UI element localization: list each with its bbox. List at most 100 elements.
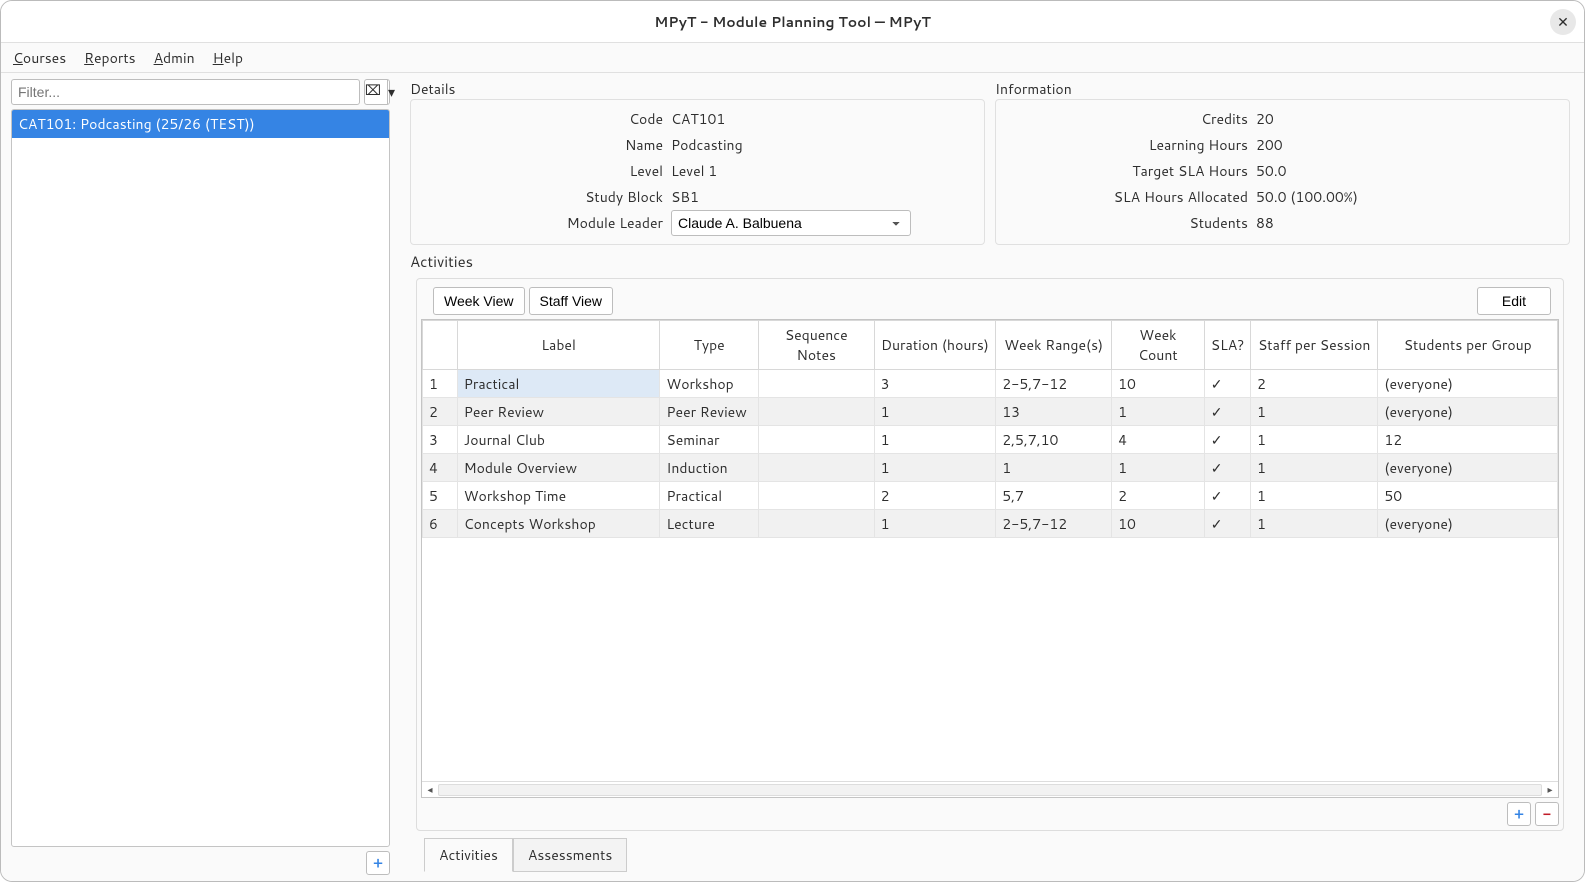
cell-n[interactable]: 6 [423, 510, 458, 538]
menu-admin[interactable]: Admin [154, 48, 195, 68]
close-button[interactable]: ✕ [1550, 9, 1576, 35]
week-view-button[interactable]: Week View [433, 287, 525, 315]
cell-spg[interactable]: 50 [1378, 482, 1558, 510]
cell-n[interactable]: 3 [423, 426, 458, 454]
tab-activities[interactable]: Activities [424, 838, 513, 872]
cell-spg[interactable]: 12 [1378, 426, 1558, 454]
cell-wc[interactable]: 10 [1112, 370, 1205, 398]
col-type[interactable]: Type [660, 321, 758, 370]
cell-spg[interactable]: (everyone) [1378, 370, 1558, 398]
scroll-right-icon[interactable]: ▸ [1542, 783, 1558, 797]
cell-wr[interactable]: 2-5,7-12 [996, 510, 1112, 538]
cell-dur[interactable]: 1 [874, 426, 996, 454]
cell-sla[interactable]: ✓ [1204, 370, 1250, 398]
cell-wr[interactable]: 5,7 [996, 482, 1112, 510]
module-leader-select[interactable]: Claude A. Balbuena [671, 210, 911, 236]
scroll-track[interactable] [438, 784, 1542, 796]
cell-sla[interactable]: ✓ [1204, 454, 1250, 482]
table-row[interactable]: 3Journal ClubSeminar12,5,7,104✓112 [423, 426, 1558, 454]
col-num[interactable] [423, 321, 458, 370]
table-row[interactable]: 6Concepts WorkshopLecture12-5,7-1210✓1(e… [423, 510, 1558, 538]
filter-input[interactable] [11, 79, 360, 105]
cell-type[interactable]: Lecture [660, 510, 758, 538]
cell-staff[interactable]: 1 [1251, 454, 1378, 482]
cell-wr[interactable]: 2-5,7-12 [996, 370, 1112, 398]
cell-type[interactable]: Workshop [660, 370, 758, 398]
cell-dur[interactable]: 1 [874, 454, 996, 482]
cell-seq[interactable] [758, 370, 874, 398]
staff-view-button[interactable]: Staff View [529, 287, 614, 315]
cell-dur[interactable]: 1 [874, 398, 996, 426]
cell-staff[interactable]: 1 [1251, 510, 1378, 538]
cell-staff[interactable]: 1 [1251, 482, 1378, 510]
tab-assessments[interactable]: Assessments [513, 838, 627, 872]
col-label[interactable]: Label [457, 321, 660, 370]
table-row[interactable]: 2Peer ReviewPeer Review1131✓1(everyone) [423, 398, 1558, 426]
filter-options-button[interactable]: ⌧ ▾ [364, 79, 390, 105]
cell-seq[interactable] [758, 482, 874, 510]
cell-staff[interactable]: 1 [1251, 398, 1378, 426]
cell-sla[interactable]: ✓ [1204, 426, 1250, 454]
col-wr[interactable]: Week Range(s) [996, 321, 1112, 370]
cell-wr[interactable]: 2,5,7,10 [996, 426, 1112, 454]
cell-dur[interactable]: 1 [874, 510, 996, 538]
table-row[interactable]: 4Module OverviewInduction111✓1(everyone) [423, 454, 1558, 482]
table-row[interactable]: 5Workshop TimePractical25,72✓150 [423, 482, 1558, 510]
cell-n[interactable]: 2 [423, 398, 458, 426]
cell-spg[interactable]: (everyone) [1378, 398, 1558, 426]
menu-reports[interactable]: Reports [84, 48, 135, 68]
cell-dur[interactable]: 3 [874, 370, 996, 398]
course-item[interactable]: CAT101: Podcasting (25/26 (TEST)) [12, 110, 389, 138]
chevron-down-icon[interactable]: ▾ [387, 80, 395, 104]
cell-label[interactable]: Workshop Time [457, 482, 660, 510]
cell-type[interactable]: Seminar [660, 426, 758, 454]
cell-seq[interactable] [758, 398, 874, 426]
cell-type[interactable]: Practical [660, 482, 758, 510]
cell-spg[interactable]: (everyone) [1378, 510, 1558, 538]
add-course-button[interactable]: + [366, 851, 390, 875]
cell-sla[interactable]: ✓ [1204, 510, 1250, 538]
cell-dur[interactable]: 2 [874, 482, 996, 510]
cell-staff[interactable]: 2 [1251, 370, 1378, 398]
scroll-left-icon[interactable]: ◂ [422, 783, 438, 797]
col-dur[interactable]: Duration (hours) [874, 321, 996, 370]
cell-seq[interactable] [758, 454, 874, 482]
cell-label[interactable]: Peer Review [457, 398, 660, 426]
cell-wc[interactable]: 1 [1112, 398, 1205, 426]
col-sla[interactable]: SLA? [1204, 321, 1250, 370]
cell-wc[interactable]: 10 [1112, 510, 1205, 538]
activities-table[interactable]: Label Type Sequence Notes Duration (hour… [421, 319, 1559, 798]
cell-wc[interactable]: 2 [1112, 482, 1205, 510]
remove-activity-button[interactable]: − [1535, 802, 1559, 826]
cell-wc[interactable]: 1 [1112, 454, 1205, 482]
cell-label[interactable]: Module Overview [457, 454, 660, 482]
table-header-row[interactable]: Label Type Sequence Notes Duration (hour… [423, 321, 1558, 370]
col-spg[interactable]: Students per Group [1378, 321, 1558, 370]
cell-type[interactable]: Induction [660, 454, 758, 482]
cell-wr[interactable]: 1 [996, 454, 1112, 482]
cell-staff[interactable]: 1 [1251, 426, 1378, 454]
cell-label[interactable]: Practical [457, 370, 660, 398]
add-activity-button[interactable]: + [1507, 802, 1531, 826]
cell-type[interactable]: Peer Review [660, 398, 758, 426]
menu-courses[interactable]: Courses [13, 48, 66, 68]
cell-n[interactable]: 1 [423, 370, 458, 398]
cell-sla[interactable]: ✓ [1204, 398, 1250, 426]
col-staff[interactable]: Staff per Session [1251, 321, 1378, 370]
cell-spg[interactable]: (everyone) [1378, 454, 1558, 482]
cell-wr[interactable]: 13 [996, 398, 1112, 426]
menu-help[interactable]: Help [213, 48, 243, 68]
cell-wc[interactable]: 4 [1112, 426, 1205, 454]
cell-label[interactable]: Concepts Workshop [457, 510, 660, 538]
col-seq[interactable]: Sequence Notes [758, 321, 874, 370]
table-row[interactable]: 1PracticalWorkshop 32-5,7-1210✓2(everyone… [423, 370, 1558, 398]
cell-seq[interactable] [758, 426, 874, 454]
cell-sla[interactable]: ✓ [1204, 482, 1250, 510]
course-list[interactable]: CAT101: Podcasting (25/26 (TEST)) [11, 109, 390, 847]
cell-n[interactable]: 4 [423, 454, 458, 482]
col-wc[interactable]: Week Count [1112, 321, 1205, 370]
cell-seq[interactable] [758, 510, 874, 538]
edit-button[interactable]: Edit [1477, 287, 1551, 315]
horizontal-scrollbar[interactable]: ◂ ▸ [422, 781, 1558, 797]
cell-n[interactable]: 5 [423, 482, 458, 510]
